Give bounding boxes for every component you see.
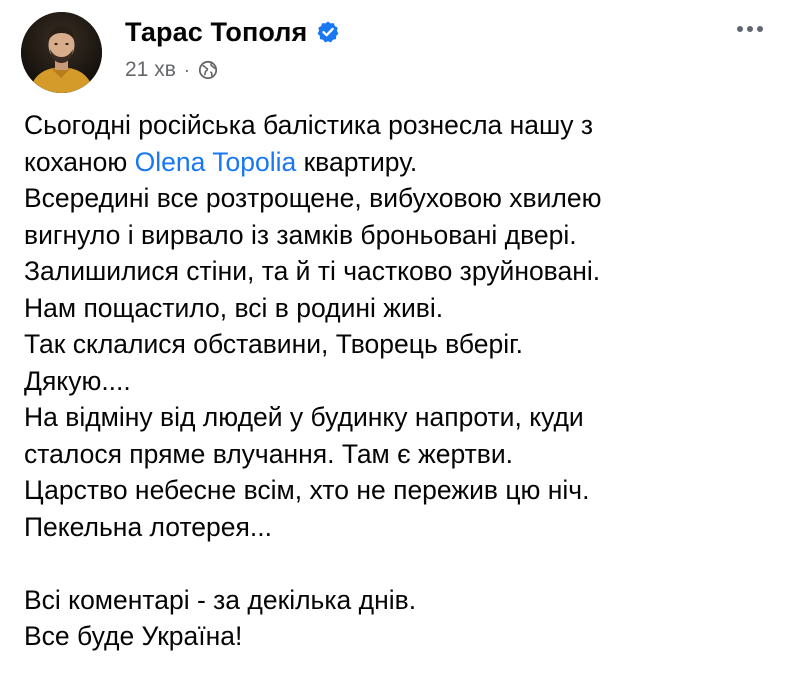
post-line: Все буде Україна! xyxy=(24,621,243,651)
post-text-segment: квартиру. xyxy=(296,146,418,177)
post-line: сталося пряме влучання. Там є жертви. xyxy=(24,438,514,469)
meta-separator: · xyxy=(183,60,190,80)
facebook-post: Тарас Тополя 21 хв · Сьогодні російська … xyxy=(0,0,800,673)
more-horizontal-icon xyxy=(737,26,743,32)
post-line: На відміну від людей у будинку напроти, … xyxy=(24,402,584,432)
post-line: Нам пощастило, всі в родині живі. xyxy=(24,292,444,323)
post-meta: 21 хв · xyxy=(125,55,218,85)
post-line: Царство небесне всім, хто не пережив цю … xyxy=(24,475,590,505)
post-line-with-mention: коханою Olena Topolia квартиру. xyxy=(24,144,784,181)
post-line: Всередині все розтрощене, вибуховою хвил… xyxy=(24,183,602,213)
post-line: Залишилися стіни, та й ті частково зруйн… xyxy=(24,256,601,286)
post-line: Дякую.... xyxy=(24,365,131,396)
author-header: Тарас Тополя xyxy=(125,12,340,52)
post-line: Так склалися обставини, Творець вберіг. xyxy=(24,329,523,359)
post-text: Сьогодні російська балістика рознесла на… xyxy=(24,107,784,655)
author-avatar[interactable] xyxy=(21,12,102,93)
post-text-segment: коханою xyxy=(24,146,135,177)
post-line: Пекельна лотерея... xyxy=(24,511,272,542)
profile-photo-icon xyxy=(21,12,102,93)
mention-link[interactable]: Olena Topolia xyxy=(135,147,297,177)
post-line: Сьогодні російська балістика рознесла на… xyxy=(24,110,594,140)
author-name[interactable]: Тарас Тополя xyxy=(125,17,307,48)
post-timestamp[interactable]: 21 хв xyxy=(125,58,176,82)
more-options-button[interactable] xyxy=(730,14,770,44)
globe-icon[interactable] xyxy=(198,60,218,80)
post-line: вигнуло і вирвало із замків броньовані д… xyxy=(24,219,577,250)
verified-badge-icon xyxy=(316,20,340,44)
post-line: Всі коментарі - за декілька днів. xyxy=(24,584,417,615)
